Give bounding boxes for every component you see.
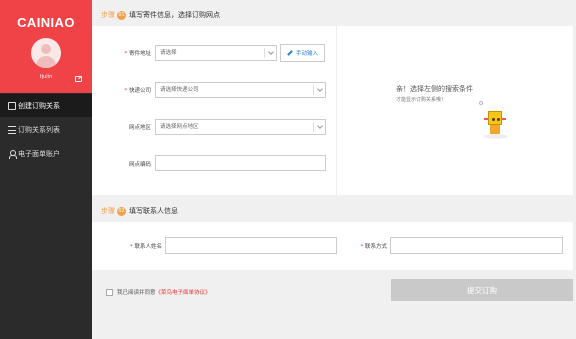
outlet-code-label: 网点编码 xyxy=(128,162,151,168)
avatar-head-shape xyxy=(41,44,51,54)
avatar-body-shape xyxy=(36,56,56,68)
manual-input-button[interactable]: 手动输入 xyxy=(280,44,325,62)
step-title: 填写寄件信息，选择订购网点 xyxy=(129,11,220,19)
step-number-badge: 01 xyxy=(117,10,126,20)
mascot-illustration xyxy=(482,109,510,141)
contact-method-input[interactable] xyxy=(390,237,563,254)
step-number-badge: 02 xyxy=(117,206,126,216)
step-label: 步骤 xyxy=(101,207,115,215)
empty-hint-title: 亲！选择左侧的搜索条件 xyxy=(396,85,473,93)
step-title: 填写联系人信息 xyxy=(129,207,178,215)
submit-button[interactable]: 提交订购 xyxy=(391,279,573,301)
step2-header: 步骤 02 填写联系人信息 xyxy=(101,206,178,216)
user-icon xyxy=(8,149,17,159)
sender-address-select[interactable]: 请选择 xyxy=(155,45,277,61)
contact-name-label: * 联系人姓名 xyxy=(129,244,162,250)
pencil-icon xyxy=(287,50,293,56)
step1-header: 步骤 01 填写寄件信息，选择订购网点 xyxy=(101,10,220,20)
outlet-region-label: 网点地区 xyxy=(128,125,151,131)
agree-checkbox[interactable] xyxy=(106,289,113,296)
chevron-down-icon xyxy=(317,123,323,129)
nav-item-create-subscription[interactable]: 创建订购关系 xyxy=(0,94,92,117)
contact-method-label: * 联系方式 xyxy=(360,244,387,250)
nav-label: 创建订购关系 xyxy=(18,101,60,110)
sender-address-label: * 寄件地址 xyxy=(124,51,151,57)
chevron-down-icon xyxy=(317,86,323,92)
courier-label: * 快递公司 xyxy=(124,88,151,94)
step-label: 步骤 xyxy=(101,11,115,19)
outlet-region-select[interactable]: 请选择网点地区 xyxy=(155,119,326,135)
edit-icon xyxy=(8,101,16,110)
empty-hint-subtitle: 才能显示订购关系哦！ xyxy=(396,97,447,103)
bubble-decoration xyxy=(479,101,483,105)
chevron-down-icon xyxy=(268,49,274,55)
panel-divider xyxy=(336,26,337,195)
agreement-text: 我已阅读并同意《菜鸟电子面单协议》 xyxy=(117,290,211,296)
sidebar: CAINIAO tjulin 创建订购关系 订购关系列表 电子面单账户 xyxy=(0,0,92,339)
agreement-link[interactable]: 《菜鸟电子面单协议》 xyxy=(156,290,211,296)
contact-name-input[interactable] xyxy=(165,237,337,254)
list-icon xyxy=(8,125,16,134)
outlet-code-input[interactable] xyxy=(155,155,326,171)
nav-label: 电子面单账户 xyxy=(18,149,60,158)
nav-item-subscription-list[interactable]: 订购关系列表 xyxy=(0,118,92,141)
cainiao-logo: CAINIAO xyxy=(17,15,75,30)
courier-select[interactable]: 请选择快递公司 xyxy=(155,82,326,98)
nav-item-waybill-account[interactable]: 电子面单账户 xyxy=(0,142,92,165)
avatar[interactable] xyxy=(31,38,61,68)
logout-icon[interactable] xyxy=(75,76,82,82)
nav-label: 订购关系列表 xyxy=(18,125,60,134)
brand-header: CAINIAO tjulin xyxy=(0,0,92,93)
